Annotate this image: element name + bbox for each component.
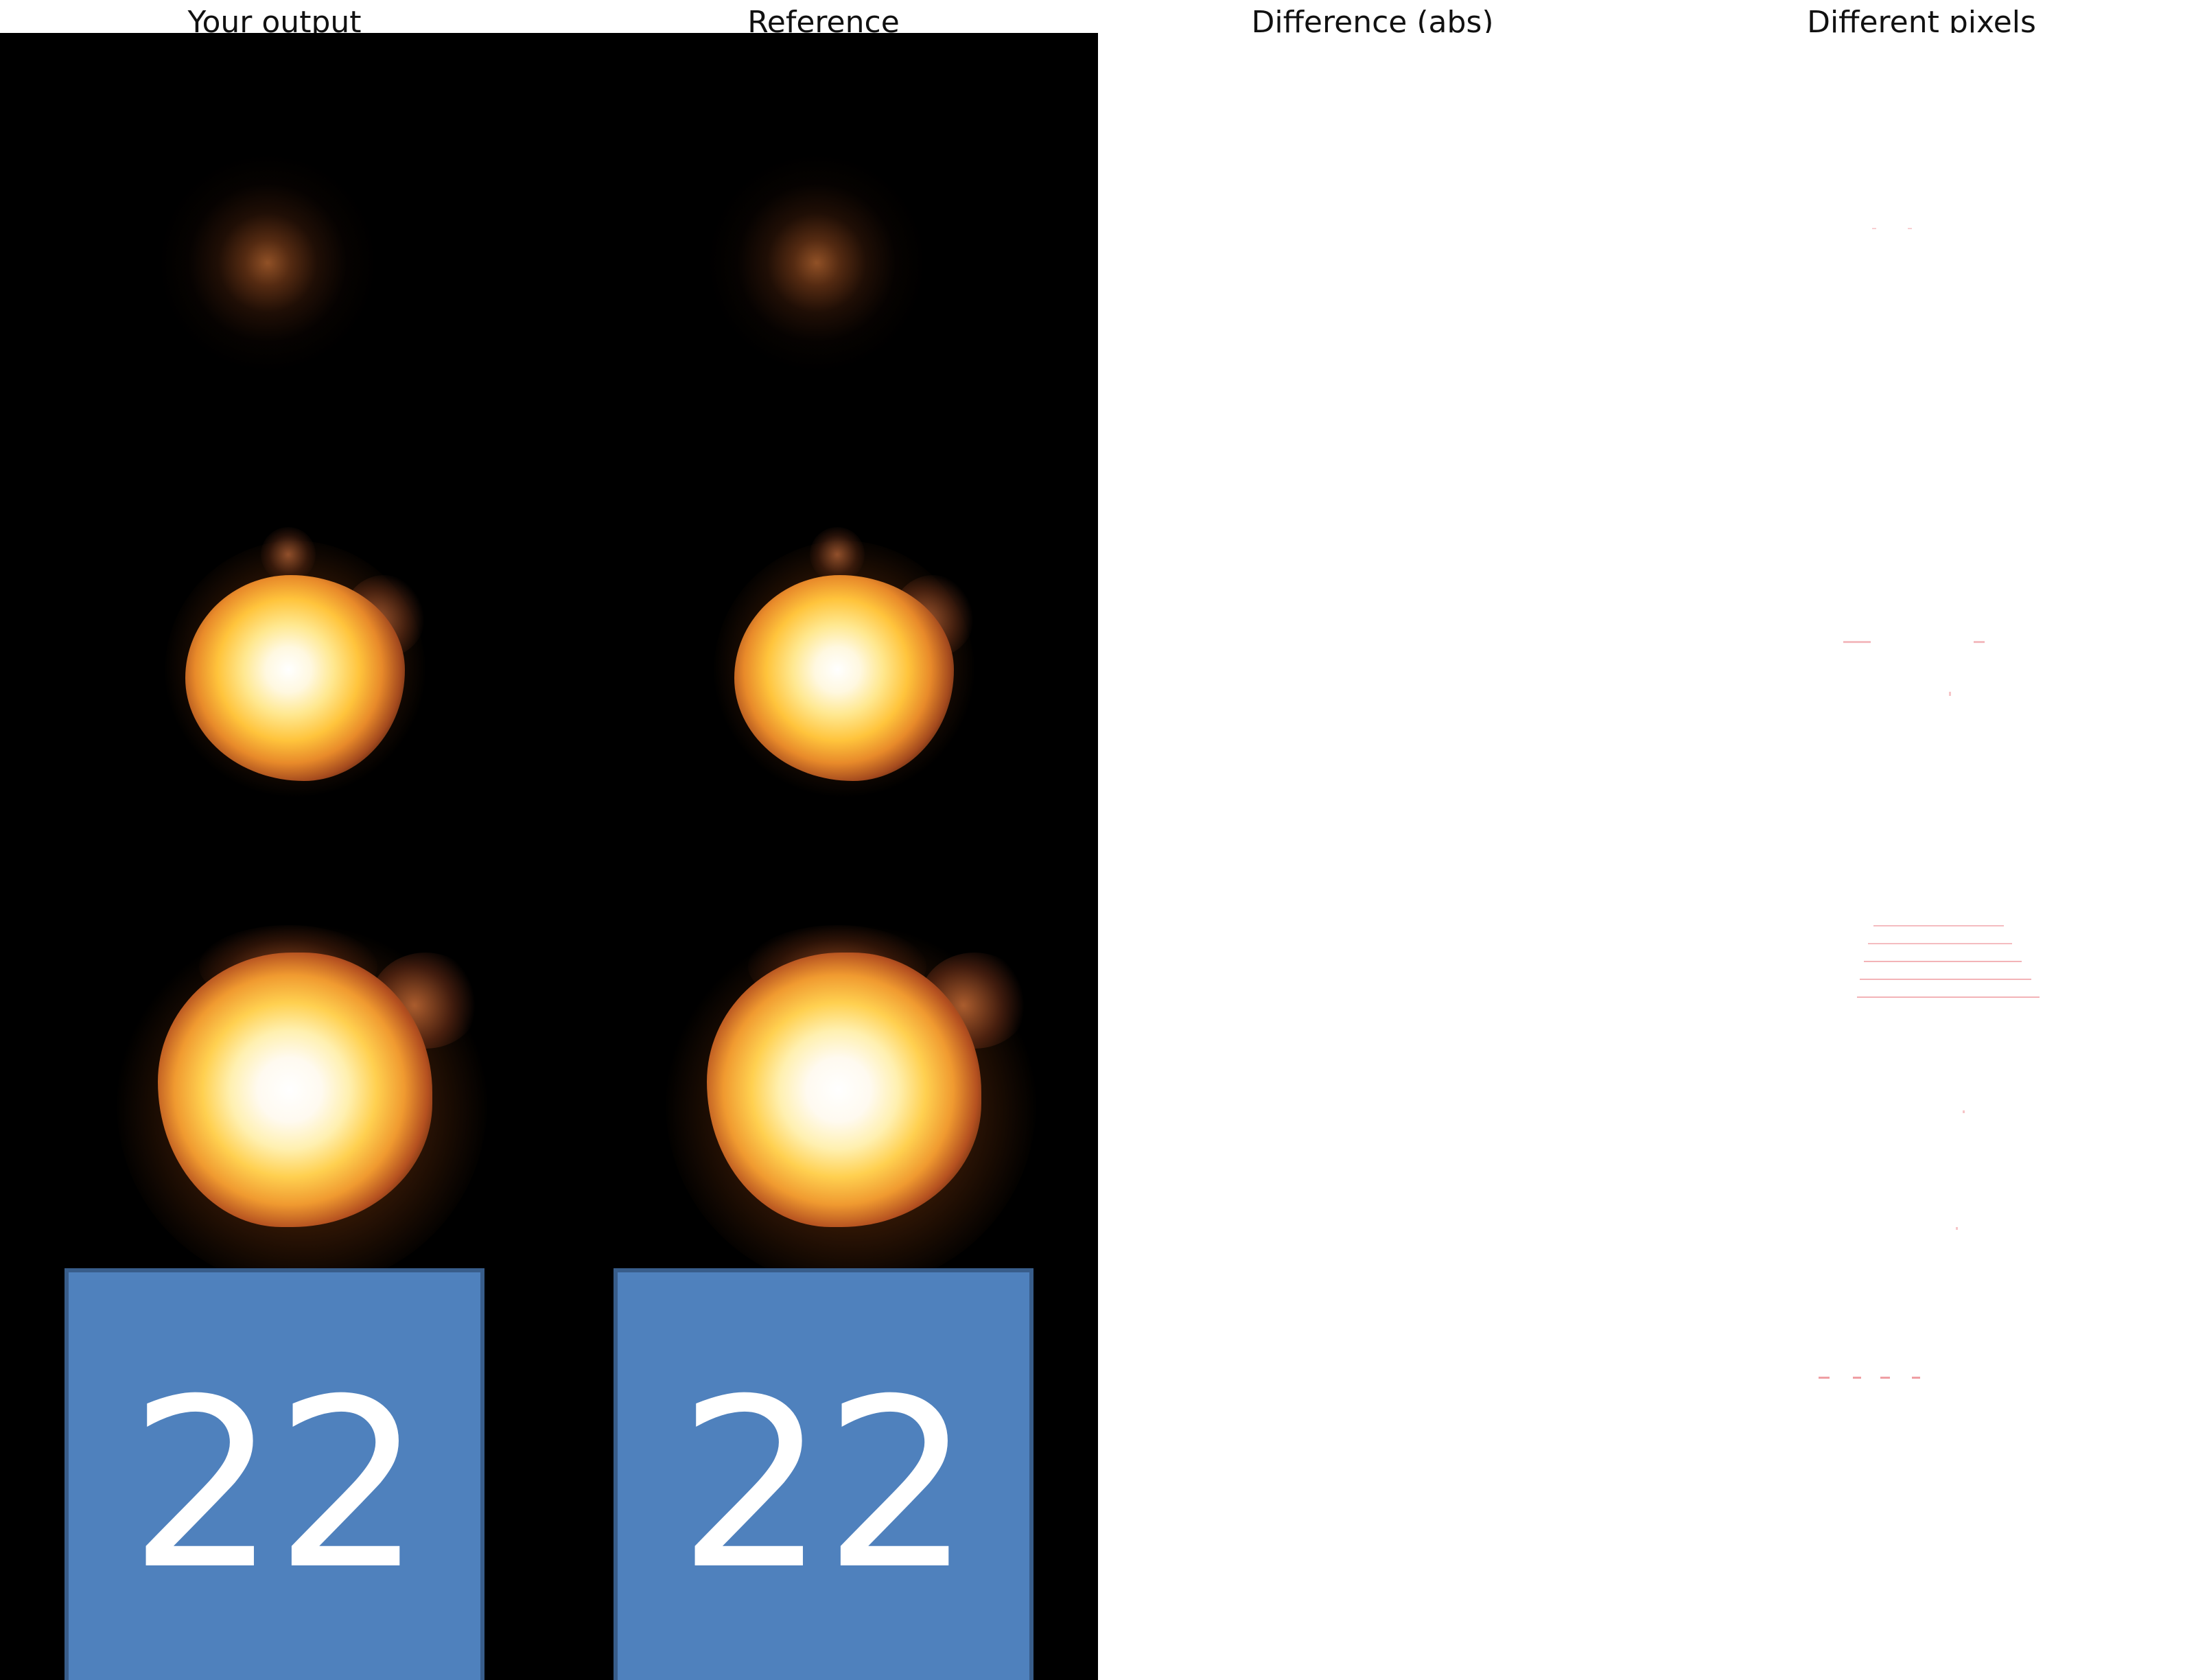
diff-marker [1949,692,1951,696]
number-tile: 22 [65,1268,484,1680]
panel-title-different-pixels: Different pixels [1807,5,2036,33]
different-pixels-panel [1647,33,2196,1680]
diff-marker [1956,1227,1958,1230]
reference-panel: 22 [549,33,1098,1680]
your-output-panel: 22 [0,33,549,1680]
explosion-small-icon [700,146,933,380]
diff-marker [1819,1377,1830,1379]
diff-marker [1872,228,1876,229]
diff-marker [1868,943,2012,944]
explosion-small-icon [151,146,384,380]
panel-title-reference: Reference [747,5,900,33]
explosion-large-icon [158,953,432,1227]
difference-panel [1098,33,1647,1680]
diff-marker [1853,1377,1861,1379]
panel-title-your-output: Your output [187,5,362,33]
diff-marker [1857,996,2040,998]
tile-number: 22 [677,1349,972,1621]
explosion-medium-puff [810,527,865,582]
diff-marker [1974,641,1985,643]
diff-marker [1908,228,1912,229]
diff-marker [1873,925,2004,926]
diff-marker [1860,979,2031,980]
diff-marker [1912,1377,1920,1379]
panel-title-difference: Difference (abs) [1251,5,1494,33]
explosion-large-icon [707,953,981,1227]
diff-marker [1843,641,1871,643]
diff-marker [1963,1110,1965,1113]
diff-marker [1864,961,2022,962]
diff-marker [1880,1377,1890,1379]
number-tile: 22 [614,1268,1033,1680]
explosion-medium-puff [261,527,316,582]
tile-number: 22 [128,1349,423,1621]
